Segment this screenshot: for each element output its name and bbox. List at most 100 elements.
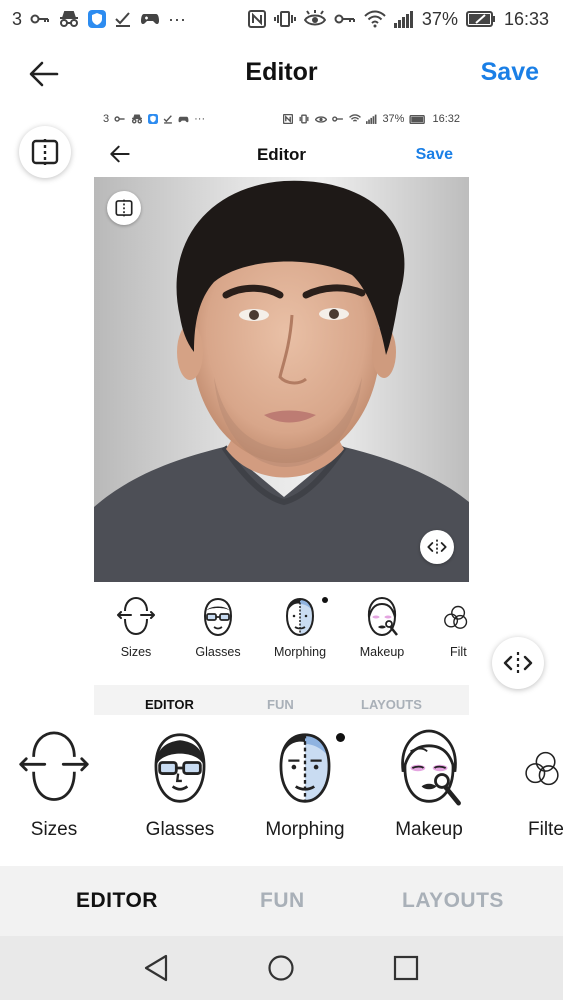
- tool-morphing[interactable]: Morphing: [243, 728, 367, 841]
- morphing-icon: [279, 733, 331, 803]
- square-recents-icon: [393, 955, 419, 981]
- preview-title: Editor: [256, 145, 307, 164]
- preview-wifi-icon: [349, 114, 362, 122]
- more-notifications: ···: [168, 8, 186, 29]
- preview-battery-icon: [409, 114, 426, 124]
- shield-app-icon: [88, 9, 107, 29]
- glasses-icon: [154, 733, 206, 803]
- preview-tools-row: Sizes Glasses Morphing Makeup Filt: [94, 593, 469, 673]
- preview-tool-sizes: Sizes: [96, 593, 176, 659]
- save-button[interactable]: Save: [481, 58, 539, 87]
- wifi-icon: [364, 9, 386, 29]
- sizes-icon: [19, 731, 89, 801]
- preview-compare-icon: [107, 191, 141, 225]
- incognito-icon: [58, 9, 80, 29]
- preview-key-icon: [114, 116, 125, 122]
- tool-label: Glasses: [145, 819, 215, 840]
- tool-makeup[interactable]: Makeup: [367, 728, 491, 841]
- tools-row: Sizes Glasses Morphing Makeup Filte: [0, 728, 563, 848]
- status-bar-left: 3 ···: [12, 9, 186, 30]
- preview-split-icon: [420, 530, 454, 564]
- preview-status-bar: 3 ··· 37% 16:32: [94, 105, 469, 133]
- preview-tool-filter: Filt: [420, 593, 469, 659]
- nav-home-button[interactable]: [265, 952, 297, 984]
- circle-home-icon: [268, 955, 294, 981]
- preview-tab-layouts: LAYOUTS: [361, 697, 422, 712]
- preview-tool-makeup: Makeup: [342, 593, 422, 659]
- tool-label: Filte: [528, 819, 563, 840]
- battery-percent: 37%: [421, 8, 458, 29]
- preview-glasses-icon: [203, 597, 233, 637]
- preview-signal-icon: [366, 114, 377, 124]
- preview-tool-label: Sizes: [120, 645, 152, 659]
- preview-new-dot: [322, 597, 328, 603]
- preview-tab-editor: EDITOR: [145, 697, 194, 712]
- preview-more-notifications: ···: [194, 113, 206, 125]
- preview-shield-app-icon: [148, 114, 159, 124]
- preview-task-done-icon: [163, 115, 173, 124]
- preview-incognito-icon: [132, 114, 143, 124]
- vibrate-icon: [273, 9, 296, 29]
- battery-icon: [465, 9, 496, 29]
- system-nav-bar: [0, 936, 563, 1000]
- signal-icon: [393, 9, 414, 29]
- tool-glasses[interactable]: Glasses: [118, 728, 242, 841]
- tab-bar: EDITOR FUN LAYOUTS: [0, 866, 563, 936]
- preview-battery-percent: 37%: [382, 113, 405, 125]
- split-view-button[interactable]: [492, 637, 544, 689]
- tool-label: Sizes: [30, 819, 78, 840]
- notification-count: 3: [12, 8, 23, 29]
- preview-tool-morphing: Morphing: [260, 593, 340, 659]
- preview-tool-label: Makeup: [359, 645, 405, 659]
- status-bar: 3 ··· 37% 16:33: [0, 0, 563, 38]
- tool-filter[interactable]: Filte: [492, 728, 563, 841]
- preview-game-controller-icon: [178, 116, 189, 122]
- compare-button[interactable]: [19, 126, 71, 178]
- arrow-left-icon: [29, 61, 59, 87]
- tool-sizes[interactable]: Sizes: [0, 728, 116, 841]
- clock: 16:33: [503, 8, 549, 29]
- tab-fun[interactable]: FUN: [260, 889, 305, 913]
- nav-back-button[interactable]: [140, 952, 172, 984]
- status-bar-right: 37% 16:33: [247, 8, 549, 30]
- filter-icon: [525, 751, 559, 786]
- preview-save-label: Save: [415, 146, 453, 163]
- portrait-photo: [94, 177, 469, 582]
- preview-clock: 16:32: [432, 113, 460, 125]
- preview-vibrate-icon: [299, 114, 309, 124]
- preview-tool-label: Morphing: [273, 645, 327, 659]
- morphing-new-badge: [336, 733, 345, 742]
- preview-morphing-icon: [285, 597, 315, 637]
- tool-label: Makeup: [395, 819, 463, 840]
- preview-tool-label: Glasses: [195, 645, 241, 659]
- edited-image-preview[interactable]: 3 ··· 37% 16:32 Editor Save Sizes Glasse…: [94, 105, 469, 715]
- game-controller-icon: [140, 9, 160, 29]
- preview-filter-icon: [444, 605, 468, 629]
- preview-tab-fun: FUN: [267, 697, 294, 712]
- split-view-icon: [503, 652, 533, 674]
- makeup-icon: [401, 729, 461, 806]
- tab-editor[interactable]: EDITOR: [76, 889, 158, 913]
- task-done-icon: [114, 9, 132, 29]
- preview-nfc-icon: [283, 114, 294, 124]
- preview-notification-count: 3: [103, 113, 110, 125]
- preview-tab-bar: EDITOR FUN LAYOUTS: [94, 685, 469, 715]
- triangle-back-icon: [144, 954, 168, 982]
- preview-app-bar: Editor Save: [94, 135, 469, 179]
- key-icon: [30, 9, 50, 29]
- preview-eye-comfort-icon: [315, 116, 328, 123]
- page-title: Editor: [245, 58, 318, 86]
- preview-vpn-key-icon: [332, 116, 344, 122]
- back-button[interactable]: [24, 56, 64, 92]
- tab-layouts[interactable]: LAYOUTS: [402, 889, 504, 913]
- app-bar: Editor Save: [0, 44, 563, 104]
- nav-recents-button[interactable]: [390, 952, 422, 984]
- nfc-icon: [247, 9, 266, 29]
- preview-tool-glasses: Glasses: [178, 593, 258, 659]
- eye-comfort-icon: [303, 9, 326, 29]
- vpn-key-icon: [334, 9, 356, 29]
- preview-makeup-icon: [367, 596, 398, 637]
- preview-tool-label: Filt: [450, 645, 467, 659]
- compare-icon: [31, 139, 59, 165]
- tool-label: Morphing: [265, 819, 345, 840]
